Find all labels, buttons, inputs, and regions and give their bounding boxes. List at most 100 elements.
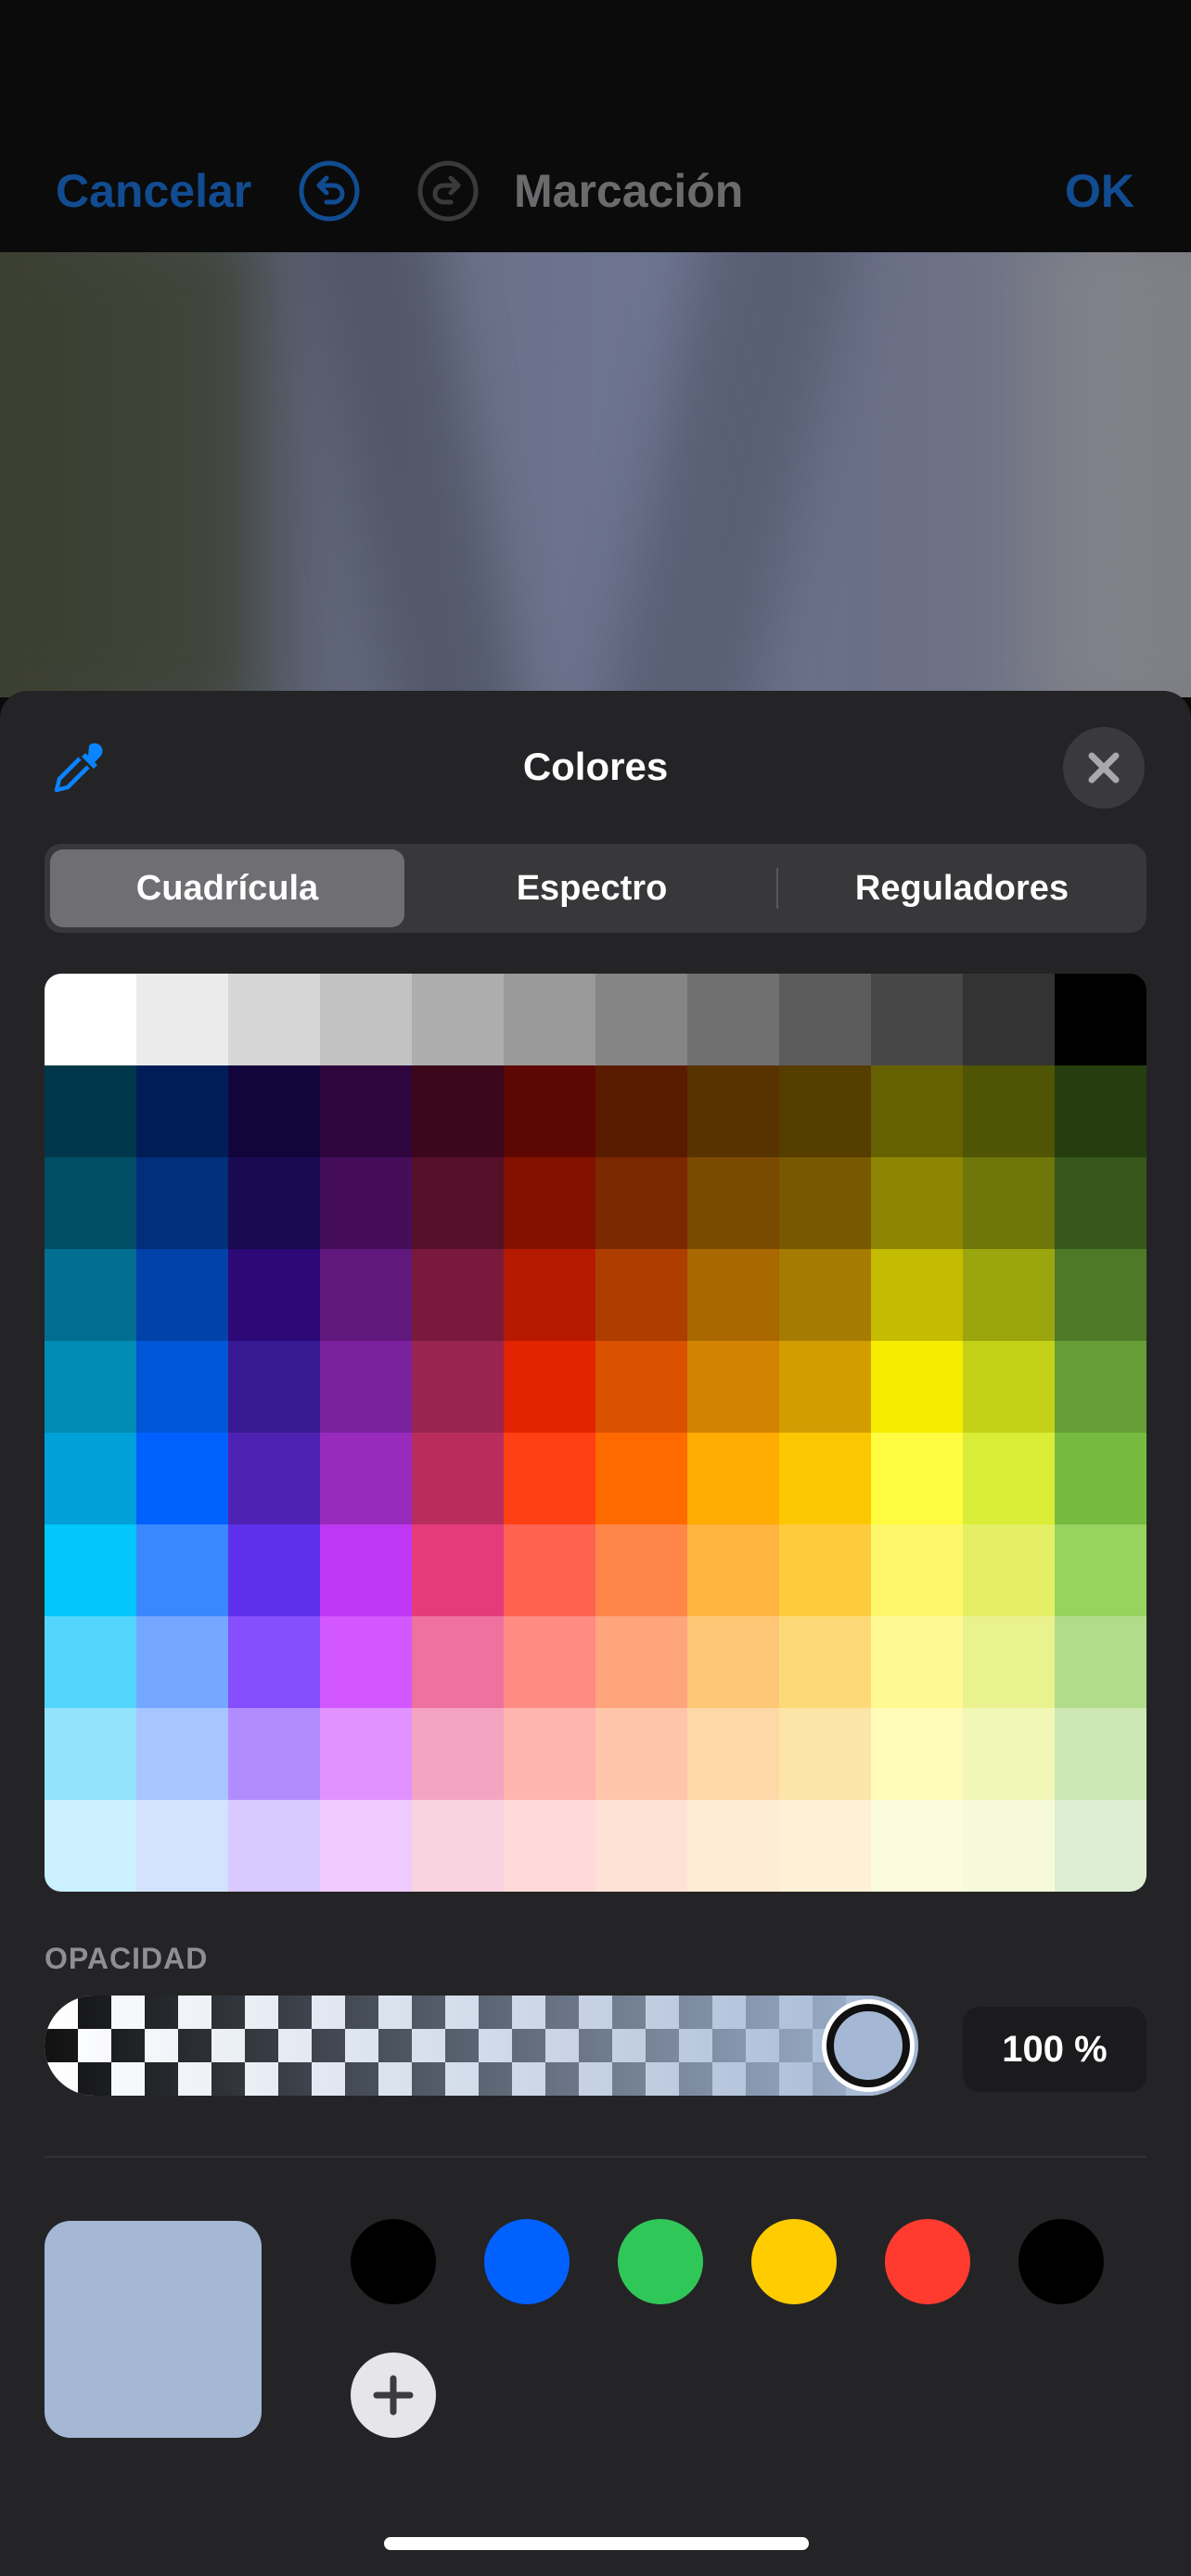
- color-cell[interactable]: [228, 1800, 321, 1892]
- color-cell[interactable]: [871, 1157, 964, 1250]
- color-cell[interactable]: [136, 1433, 229, 1525]
- color-cell[interactable]: [45, 1065, 137, 1158]
- color-cell[interactable]: [1055, 974, 1146, 1066]
- color-cell[interactable]: [596, 1800, 688, 1892]
- color-cell[interactable]: [779, 1157, 872, 1250]
- color-cell[interactable]: [412, 1524, 505, 1617]
- color-cell[interactable]: [320, 1249, 413, 1342]
- color-cell[interactable]: [963, 1157, 1056, 1250]
- color-cell[interactable]: [228, 1708, 321, 1801]
- color-cell[interactable]: [963, 1616, 1056, 1709]
- color-cell[interactable]: [963, 1524, 1056, 1617]
- color-cell[interactable]: [1055, 1065, 1146, 1158]
- color-cell[interactable]: [320, 1065, 413, 1158]
- opacity-slider-thumb[interactable]: [826, 2004, 910, 2087]
- color-cell[interactable]: [136, 1616, 229, 1709]
- color-cell[interactable]: [779, 1708, 872, 1801]
- color-cell[interactable]: [596, 1157, 688, 1250]
- color-cell[interactable]: [687, 1800, 780, 1892]
- saved-color-swatch[interactable]: [1018, 2219, 1104, 2304]
- color-cell[interactable]: [504, 1065, 596, 1158]
- color-cell[interactable]: [228, 1433, 321, 1525]
- color-cell[interactable]: [779, 1341, 872, 1434]
- color-cell[interactable]: [320, 1157, 413, 1250]
- color-cell[interactable]: [136, 1157, 229, 1250]
- color-cell[interactable]: [45, 1249, 137, 1342]
- color-cell[interactable]: [596, 974, 688, 1066]
- color-cell[interactable]: [963, 1433, 1056, 1525]
- color-cell[interactable]: [779, 1249, 872, 1342]
- color-cell[interactable]: [779, 1524, 872, 1617]
- color-cell[interactable]: [320, 1708, 413, 1801]
- cancel-button[interactable]: Cancelar: [56, 163, 251, 219]
- color-cell[interactable]: [136, 1249, 229, 1342]
- add-color-button[interactable]: [351, 2353, 436, 2438]
- tab-spectrum[interactable]: Espectro: [414, 849, 770, 927]
- color-cell[interactable]: [1055, 1341, 1146, 1434]
- color-cell[interactable]: [504, 1249, 596, 1342]
- color-cell[interactable]: [45, 1341, 137, 1434]
- color-cell[interactable]: [45, 1708, 137, 1801]
- color-cell[interactable]: [871, 1616, 964, 1709]
- color-cell[interactable]: [504, 1341, 596, 1434]
- color-cell[interactable]: [412, 1433, 505, 1525]
- color-cell[interactable]: [320, 1616, 413, 1709]
- tab-sliders[interactable]: Reguladores: [783, 849, 1141, 927]
- saved-color-swatch[interactable]: [351, 2219, 436, 2304]
- color-cell[interactable]: [596, 1249, 688, 1342]
- color-cell[interactable]: [45, 1800, 137, 1892]
- color-cell[interactable]: [1055, 1433, 1146, 1525]
- color-cell[interactable]: [228, 1616, 321, 1709]
- color-cell[interactable]: [228, 1524, 321, 1617]
- color-cell[interactable]: [1055, 1708, 1146, 1801]
- color-cell[interactable]: [412, 1157, 505, 1250]
- color-cell[interactable]: [596, 1341, 688, 1434]
- color-cell[interactable]: [412, 1249, 505, 1342]
- color-cell[interactable]: [687, 1157, 780, 1250]
- color-cell[interactable]: [871, 1065, 964, 1158]
- color-cell[interactable]: [963, 1341, 1056, 1434]
- color-cell[interactable]: [779, 1433, 872, 1525]
- color-cell[interactable]: [963, 974, 1056, 1066]
- color-cell[interactable]: [136, 1524, 229, 1617]
- color-cell[interactable]: [687, 1065, 780, 1158]
- color-cell[interactable]: [136, 974, 229, 1066]
- saved-color-swatch[interactable]: [885, 2219, 970, 2304]
- color-cell[interactable]: [687, 1616, 780, 1709]
- color-cell[interactable]: [596, 1433, 688, 1525]
- color-cell[interactable]: [504, 974, 596, 1066]
- color-cell[interactable]: [596, 1616, 688, 1709]
- color-cell[interactable]: [412, 1616, 505, 1709]
- color-cell[interactable]: [228, 1249, 321, 1342]
- color-cell[interactable]: [871, 1433, 964, 1525]
- opacity-value[interactable]: 100 %: [963, 2007, 1146, 2092]
- color-cell[interactable]: [963, 1065, 1056, 1158]
- color-cell[interactable]: [320, 1341, 413, 1434]
- color-cell[interactable]: [596, 1708, 688, 1801]
- color-cell[interactable]: [228, 974, 321, 1066]
- saved-color-swatch[interactable]: [618, 2219, 703, 2304]
- color-cell[interactable]: [963, 1708, 1056, 1801]
- color-cell[interactable]: [687, 974, 780, 1066]
- color-cell[interactable]: [45, 974, 137, 1066]
- color-cell[interactable]: [963, 1249, 1056, 1342]
- color-cell[interactable]: [687, 1433, 780, 1525]
- color-cell[interactable]: [871, 1341, 964, 1434]
- color-cell[interactable]: [136, 1341, 229, 1434]
- color-cell[interactable]: [1055, 1800, 1146, 1892]
- color-cell[interactable]: [412, 1065, 505, 1158]
- color-cell[interactable]: [504, 1157, 596, 1250]
- color-cell[interactable]: [1055, 1616, 1146, 1709]
- color-cell[interactable]: [45, 1157, 137, 1250]
- color-cell[interactable]: [871, 1249, 964, 1342]
- color-cell[interactable]: [779, 1800, 872, 1892]
- color-cell[interactable]: [871, 1524, 964, 1617]
- color-cell[interactable]: [136, 1800, 229, 1892]
- color-cell[interactable]: [228, 1065, 321, 1158]
- color-cell[interactable]: [504, 1708, 596, 1801]
- color-cell[interactable]: [320, 974, 413, 1066]
- color-cell[interactable]: [320, 1524, 413, 1617]
- color-cell[interactable]: [45, 1616, 137, 1709]
- saved-color-swatch[interactable]: [751, 2219, 837, 2304]
- saved-color-swatch[interactable]: [484, 2219, 570, 2304]
